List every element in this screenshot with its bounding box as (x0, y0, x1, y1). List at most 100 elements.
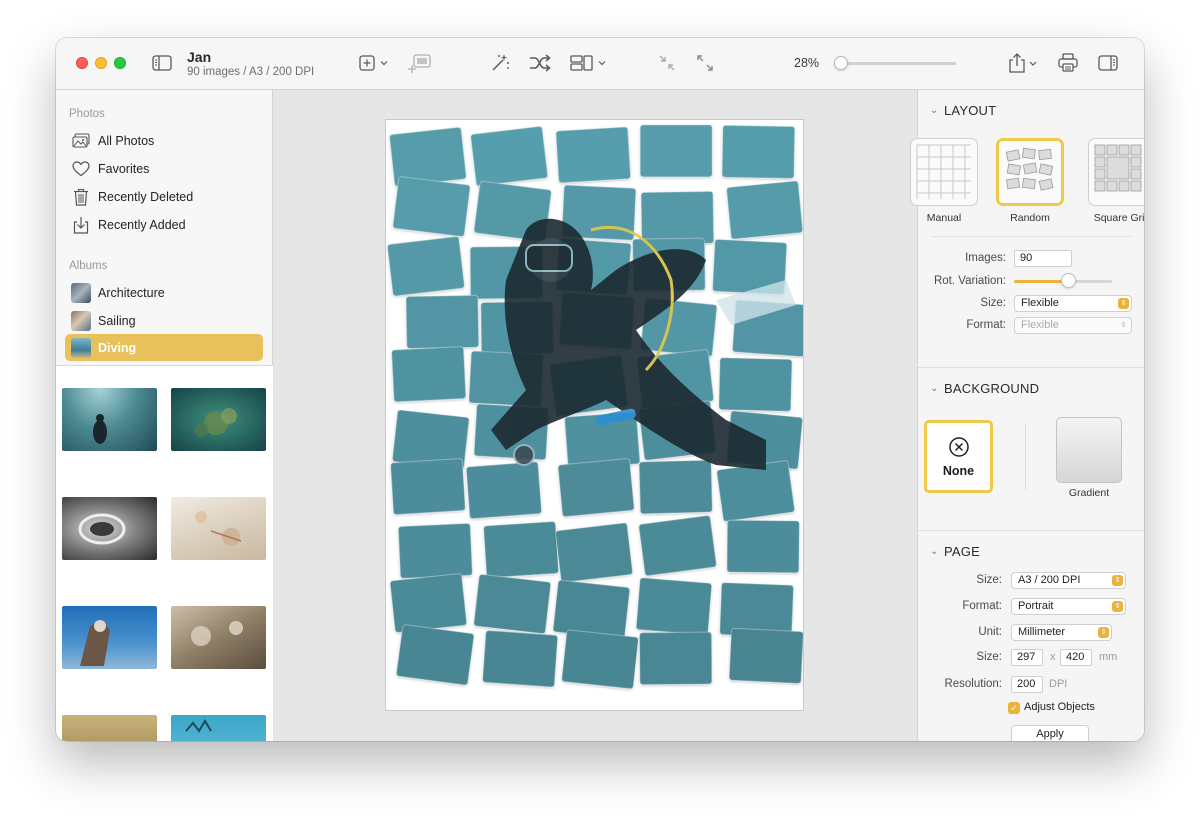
collage-tile[interactable] (639, 124, 713, 178)
collage-tile[interactable] (470, 125, 549, 187)
collage-tile[interactable] (726, 519, 800, 574)
page-size-select[interactable]: A3 / 200 DPI ⇕ (1011, 572, 1126, 589)
collage-tile[interactable] (638, 515, 717, 577)
background-none-option[interactable]: None (924, 420, 993, 493)
collage-tile[interactable] (482, 629, 559, 688)
page-section-header[interactable]: ⌄ PAGE (930, 544, 980, 559)
share-menu-button[interactable] (1007, 51, 1041, 75)
close-window-button[interactable] (76, 57, 88, 69)
shrink-icon[interactable] (656, 52, 678, 74)
collage-tile[interactable] (726, 180, 803, 240)
sidebar-item-diving[interactable]: Diving (65, 334, 263, 361)
layout-size-select[interactable]: Flexible ⇕ (1014, 295, 1132, 312)
collage-tile[interactable] (638, 459, 713, 515)
collage-tile[interactable] (718, 357, 793, 412)
zoom-slider-knob[interactable] (834, 56, 848, 70)
photo-grid (56, 366, 273, 741)
collage-tile[interactable] (728, 627, 803, 684)
layout-section-header[interactable]: ⌄ LAYOUT (930, 103, 996, 118)
zoom-window-button[interactable] (114, 57, 126, 69)
collage-tile[interactable] (473, 573, 552, 635)
collage-tile[interactable] (390, 458, 466, 516)
photo-thumbnail[interactable] (171, 388, 266, 451)
stepper-icon: ⇕ (1118, 298, 1129, 309)
collage-tile[interactable] (639, 631, 713, 686)
layout-option-square-grid[interactable]: Square Grid (1088, 138, 1144, 224)
shuffle-icon[interactable] (528, 52, 552, 74)
collage-tile[interactable] (386, 236, 465, 297)
background-gradient-option[interactable] (1056, 417, 1122, 483)
heart-icon (71, 159, 91, 179)
sidebar-toggle-icon[interactable] (152, 53, 172, 73)
page-width-field[interactable]: 297 (1011, 649, 1043, 666)
collage-tile[interactable] (557, 458, 635, 518)
sidebar-item-architecture[interactable]: Architecture (65, 279, 263, 306)
page-section-title: PAGE (944, 544, 980, 559)
collage-tile[interactable] (640, 190, 715, 245)
page-height-field[interactable]: 420 (1060, 649, 1092, 666)
collage-tile[interactable] (716, 460, 796, 522)
print-icon[interactable] (1057, 52, 1079, 74)
expand-icon[interactable] (694, 52, 716, 74)
minimize-window-button[interactable] (95, 57, 107, 69)
photo-thumbnail[interactable] (62, 715, 157, 741)
collage-tile[interactable] (397, 522, 473, 579)
collage-tile[interactable] (395, 624, 475, 686)
photo-thumbnail[interactable] (62, 497, 157, 560)
select-value: Flexible (1021, 319, 1059, 331)
collage-tile[interactable] (389, 573, 468, 633)
sidebar-item-recently-deleted[interactable]: Recently Deleted (65, 183, 263, 210)
select-value: Flexible (1021, 297, 1059, 309)
layout-option-label: Square Grid (1093, 212, 1144, 224)
photo-thumbnail[interactable] (62, 606, 157, 669)
layout-menu-button[interactable] (569, 52, 611, 74)
page-format-select[interactable]: Portrait ⇕ (1011, 598, 1126, 615)
layout-option-label: Manual (926, 212, 962, 224)
stepper-icon: ⇕ (1098, 627, 1109, 638)
sidebar-item-all-photos[interactable]: All Photos (65, 127, 263, 154)
collage-tile[interactable] (392, 176, 471, 237)
photo-thumbnail[interactable] (171, 606, 266, 669)
collage-tile[interactable] (405, 294, 480, 349)
collage-tile[interactable] (465, 461, 543, 520)
images-count-field[interactable]: 90 (1014, 250, 1072, 267)
present-icon[interactable] (406, 52, 432, 74)
collage-tile[interactable] (555, 126, 632, 184)
select-value: A3 / 200 DPI (1018, 574, 1081, 586)
sidebar-item-recently-added[interactable]: Recently Added (65, 211, 263, 238)
select-value: Millimeter (1018, 626, 1066, 638)
collage-tile[interactable] (483, 521, 559, 579)
photos-section-header: Photos (69, 108, 105, 120)
inspector-toggle-icon[interactable] (1097, 53, 1119, 73)
background-section-header[interactable]: ⌄ BACKGROUND (930, 381, 1039, 396)
inspector-panel: ⌄ LAYOUT Manual Random Square Grid (910, 90, 1144, 741)
collage-page[interactable] (385, 119, 804, 711)
collage-tile[interactable] (555, 522, 634, 583)
zoom-slider-track[interactable] (836, 62, 956, 65)
collage-tile[interactable] (561, 629, 639, 690)
collage-tile[interactable] (721, 124, 796, 179)
layout-option-manual[interactable]: Manual (910, 138, 978, 224)
toolbar: Jan 90 images / A3 / 200 DPI 28% (56, 38, 1144, 90)
collage-tile[interactable] (635, 577, 713, 636)
resolution-field[interactable]: 200 (1011, 676, 1043, 693)
unit-select[interactable]: Millimeter ⇕ (1011, 624, 1112, 641)
sidebar-item-label: All Photos (98, 133, 155, 148)
background-section-title: BACKGROUND (944, 381, 1040, 396)
magic-wand-icon[interactable] (489, 52, 511, 74)
apply-button[interactable]: Apply (1011, 725, 1089, 741)
sidebar-item-favorites[interactable]: Favorites (65, 155, 263, 182)
rotation-slider-knob[interactable] (1060, 273, 1076, 288)
layout-format-select[interactable]: Flexible ⇕ (1014, 317, 1132, 334)
albums-section-header: Albums (69, 260, 108, 272)
adjust-objects-checkbox[interactable]: ✓ (1008, 702, 1020, 714)
add-menu-button[interactable] (358, 53, 392, 73)
layout-option-random[interactable]: Random (996, 138, 1064, 224)
collage-tile[interactable] (391, 346, 467, 403)
photo-thumbnail[interactable] (171, 497, 266, 560)
collage-tile[interactable] (552, 579, 631, 640)
photo-thumbnail[interactable] (62, 388, 157, 451)
sidebar-item-sailing[interactable]: Sailing (65, 307, 263, 334)
photo-thumbnail[interactable] (171, 715, 266, 741)
album-thumbnail (71, 310, 91, 331)
